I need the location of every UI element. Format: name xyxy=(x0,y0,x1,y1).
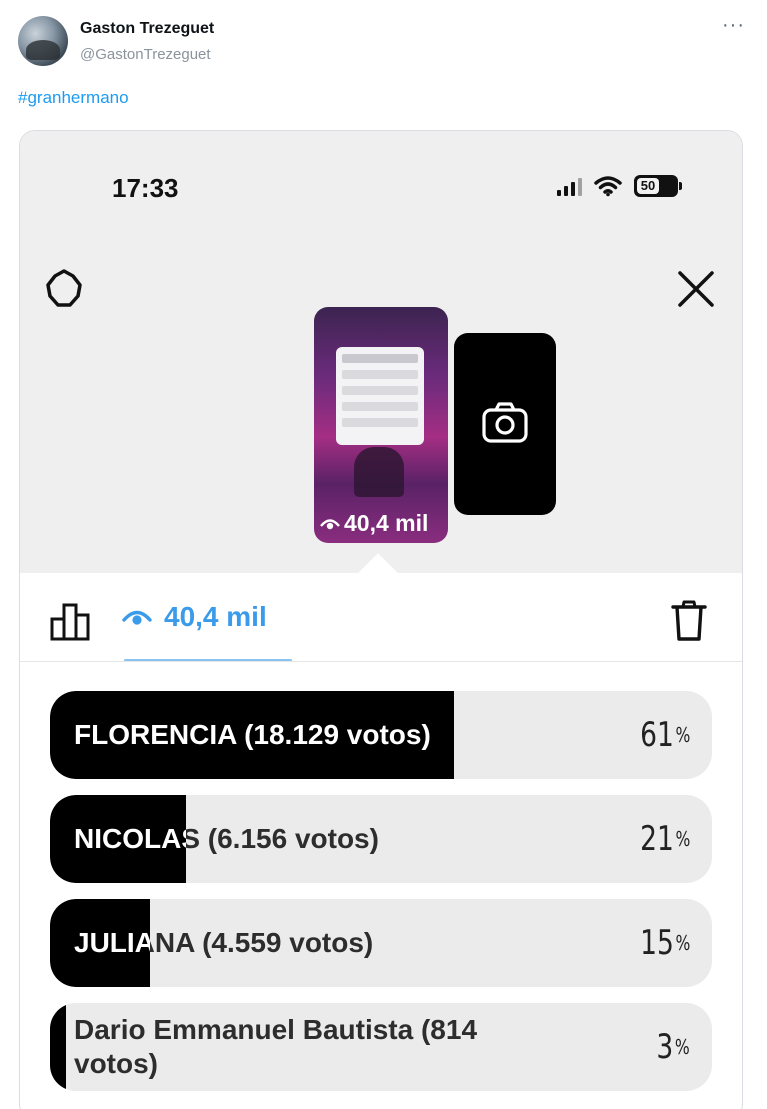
story-figure xyxy=(354,447,404,497)
poll-option[interactable]: NICOLAS (6.156 votos) 21% NICOLAS (6.156 v… xyxy=(50,795,712,883)
screenshot-card[interactable]: 17:33 50 40,4 mil 40,4 mil FLORENCIA (18… xyxy=(19,130,743,1109)
poll-option-percent: 61% xyxy=(639,715,690,755)
story-stats-bar: 40,4 mil xyxy=(20,573,742,663)
trash-icon[interactable] xyxy=(670,599,708,643)
views-tab[interactable]: 40,4 mil xyxy=(122,601,267,633)
battery-icon: 50 xyxy=(634,175,682,197)
views-count: 40,4 mil xyxy=(164,601,267,632)
status-time: 17:33 xyxy=(112,173,179,203)
tweet: Gaston Trezeguet @GastonTrezeguet ··· #g… xyxy=(0,0,767,1109)
poll-option[interactable]: FLORENCIA (18.129 votos) 61% FLORENCIA (18… xyxy=(50,691,712,779)
wifi-icon xyxy=(594,176,622,197)
poll-option-percent: 3% xyxy=(656,1027,690,1067)
hashtag-link[interactable]: #granhermano xyxy=(18,88,129,108)
author-name[interactable]: Gaston Trezeguet xyxy=(80,20,214,38)
poll-option[interactable]: Dario Emmanuel Bautista (814 votos) 3% Dar… xyxy=(50,1003,712,1091)
poll-option[interactable]: JULIANA (4.559 votos) 15% JULIANA (4.559 v… xyxy=(50,899,712,987)
story-header: 17:33 50 40,4 mil xyxy=(20,131,742,593)
avatar[interactable] xyxy=(18,16,68,66)
author-handle[interactable]: @GastonTrezeguet xyxy=(80,46,211,63)
eye-icon xyxy=(122,610,152,625)
poll-option-percent: 15% xyxy=(639,923,690,963)
close-icon[interactable] xyxy=(672,265,720,313)
story-poll-preview xyxy=(336,347,424,445)
more-icon[interactable]: ··· xyxy=(722,14,745,37)
story-thumbnail[interactable]: 40,4 mil xyxy=(314,307,448,543)
thumbnail-views-count: 40,4 mil xyxy=(344,510,429,536)
poll-results: FLORENCIA (18.129 votos) 61% FLORENCIA (18… xyxy=(50,691,712,1107)
signal-icon xyxy=(557,176,582,196)
camera-icon xyxy=(482,402,528,443)
poll-option-label: Dario Emmanuel Bautista (814 votos) xyxy=(74,1014,478,1079)
divider xyxy=(20,661,742,662)
poll-option-fill xyxy=(50,1003,66,1091)
add-story-camera[interactable] xyxy=(454,333,556,515)
thumbnail-views: 40,4 mil xyxy=(320,510,428,537)
status-icons: 50 xyxy=(557,175,682,197)
settings-icon[interactable] xyxy=(42,267,86,311)
poll-option-percent: 21% xyxy=(639,819,690,859)
eye-icon xyxy=(320,518,340,529)
battery-level: 50 xyxy=(637,178,659,194)
bar-chart-icon[interactable] xyxy=(50,601,94,641)
